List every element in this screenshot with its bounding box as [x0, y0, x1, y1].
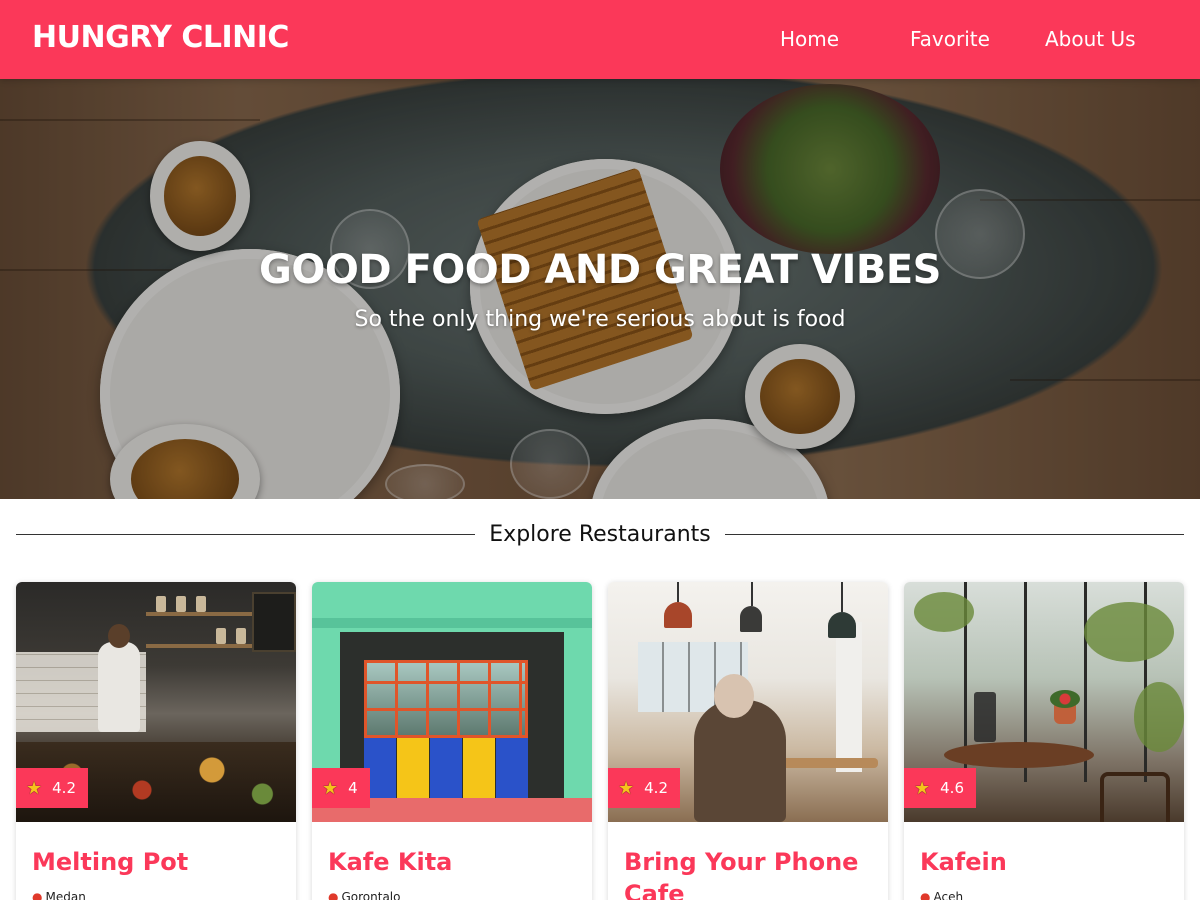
restaurant-name[interactable]: Kafein: [920, 846, 1170, 878]
photo-detail: [1134, 682, 1184, 752]
photo-detail: [1100, 772, 1170, 822]
hero-subtitle: So the only thing we're serious about is…: [354, 307, 846, 332]
restaurant-card[interactable]: ★ 4 Kafe Kita ● Gorontalo: [312, 582, 592, 900]
section-title: Explore Restaurants: [489, 521, 711, 547]
city-label: Gorontalo: [341, 890, 401, 900]
city-label: Medan: [45, 890, 86, 900]
nav-home-link[interactable]: Home: [780, 27, 839, 51]
rating-value: 4.6: [940, 779, 964, 797]
rating-badge: ★ 4.6: [904, 768, 976, 808]
photo-detail: [98, 642, 140, 732]
map-pin-icon: ●: [32, 890, 43, 900]
star-icon: ★: [322, 777, 339, 799]
hero-title: GOOD FOOD AND GREAT VIBES: [259, 247, 941, 293]
nav-favorite-link[interactable]: Favorite: [910, 27, 990, 51]
hero-banner: GOOD FOOD AND GREAT VIBES So the only th…: [0, 79, 1200, 499]
rating-value: 4.2: [644, 779, 668, 797]
photo-detail: [430, 738, 462, 798]
map-pin-icon: ●: [920, 890, 931, 900]
photo-detail: [841, 582, 843, 612]
city-label: Aceh: [933, 890, 964, 900]
photo-detail: [1050, 690, 1080, 708]
restaurant-name[interactable]: Melting Pot: [32, 846, 282, 878]
photo-detail: [496, 738, 528, 798]
photo-detail: [751, 582, 753, 606]
photo-detail: [836, 622, 862, 772]
divider-line: [724, 533, 1185, 535]
restaurant-card[interactable]: ★ 4.6 Kafein ● Aceh: [904, 582, 1184, 900]
map-pin-icon: ●: [328, 890, 339, 900]
photo-detail: [176, 596, 186, 612]
rating-badge: ★ 4: [312, 768, 370, 808]
nav-about-link[interactable]: About Us: [1045, 27, 1136, 51]
photo-detail: [156, 596, 166, 612]
photo-detail: [694, 700, 786, 822]
restaurant-location: ● Gorontalo: [328, 890, 400, 900]
rating-badge: ★ 4.2: [608, 768, 680, 808]
photo-detail: [312, 618, 592, 628]
photo-detail: [677, 582, 679, 602]
restaurant-location: ● Aceh: [920, 890, 963, 900]
brand-logo[interactable]: HUNGRY CLINIC: [32, 20, 289, 55]
photo-detail: [974, 692, 996, 742]
star-icon: ★: [618, 777, 635, 799]
photo-detail: [944, 742, 1094, 768]
photo-detail: [146, 644, 266, 648]
photo-detail: [463, 738, 495, 798]
photo-detail: [196, 596, 206, 612]
photo-detail: [397, 738, 429, 798]
photo-detail: [664, 602, 692, 628]
explore-heading: Explore Restaurants: [16, 516, 1185, 552]
restaurant-name[interactable]: Bring Your Phone Cafe: [624, 846, 874, 900]
rating-value: 4: [348, 779, 358, 797]
photo-detail: [216, 628, 226, 644]
photo-detail: [252, 592, 296, 652]
star-icon: ★: [914, 777, 931, 799]
star-icon: ★: [26, 777, 43, 799]
restaurant-location: ● Medan: [32, 890, 86, 900]
photo-detail: [828, 612, 856, 638]
restaurant-name[interactable]: Kafe Kita: [328, 846, 578, 878]
photo-detail: [146, 612, 266, 616]
rating-value: 4.2: [52, 779, 76, 797]
photo-detail: [714, 674, 754, 718]
photo-detail: [108, 624, 130, 648]
restaurant-card[interactable]: ★ 4.2 Bring Your Phone Cafe: [608, 582, 888, 900]
photo-detail: [1084, 602, 1174, 662]
photo-detail: [364, 660, 528, 738]
restaurant-card[interactable]: ★ 4.2 Melting Pot ● Medan: [16, 582, 296, 900]
rating-badge: ★ 4.2: [16, 768, 88, 808]
photo-detail: [740, 606, 762, 632]
app-bar: HUNGRY CLINIC Home Favorite About Us: [0, 0, 1200, 79]
photo-detail: [914, 592, 974, 632]
divider-line: [16, 533, 476, 535]
photo-detail: [236, 628, 246, 644]
